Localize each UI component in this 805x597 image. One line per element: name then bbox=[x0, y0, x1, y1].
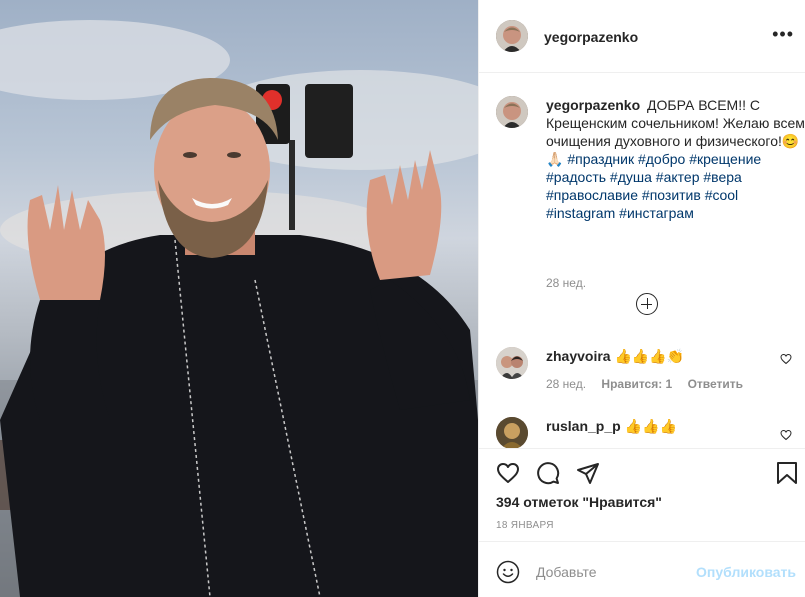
share-direct-icon[interactable] bbox=[576, 461, 600, 485]
post-photo[interactable] bbox=[0, 0, 478, 597]
comment-like-heart-icon[interactable] bbox=[780, 429, 792, 441]
save-bookmark-icon[interactable] bbox=[776, 461, 798, 485]
publish-button[interactable]: Опубликовать bbox=[696, 564, 796, 580]
caption-text: yegorpazenko ДОБРА ВСЕМ!! С Крещенским с… bbox=[546, 96, 805, 222]
comment-text: ruslan_p_p 👍👍👍 bbox=[546, 417, 677, 435]
comment-like-heart-icon[interactable] bbox=[780, 353, 792, 365]
hashtag[interactable]: #крещение bbox=[689, 151, 761, 167]
caption-time[interactable]: 28 нед. bbox=[546, 276, 586, 290]
comment-meta: 28 нед. Нравится: 1 Ответить bbox=[546, 377, 755, 391]
hashtag[interactable]: #позитив bbox=[642, 187, 701, 203]
author-username[interactable]: yegorpazenko bbox=[544, 29, 638, 45]
hashtag[interactable]: #вера bbox=[703, 169, 741, 185]
comment-body: 👍👍👍 bbox=[624, 418, 677, 434]
hashtag[interactable]: #добро bbox=[638, 151, 685, 167]
comment-likes[interactable]: Нравится: 1 bbox=[601, 377, 672, 391]
photo-illustration bbox=[0, 20, 478, 597]
post-actions bbox=[479, 448, 805, 498]
hashtag[interactable]: #актер bbox=[656, 169, 700, 185]
post-header: yegorpazenko ••• bbox=[479, 0, 805, 73]
caption-username[interactable]: yegorpazenko bbox=[546, 97, 640, 113]
hashtag[interactable]: #cool bbox=[705, 187, 738, 203]
add-comment-bar: Добавьте Опубликовать bbox=[479, 541, 805, 597]
like-heart-icon[interactable] bbox=[496, 461, 520, 485]
hashtag[interactable]: #instagram bbox=[546, 205, 615, 221]
comment-time[interactable]: 28 нед. bbox=[546, 377, 586, 391]
comment-bubble-icon[interactable] bbox=[536, 461, 560, 485]
load-more-comments-icon[interactable] bbox=[636, 293, 658, 315]
emoji-smile-icon[interactable] bbox=[496, 560, 520, 584]
hashtag[interactable]: #праздник bbox=[567, 151, 634, 167]
comment-avatar[interactable] bbox=[496, 347, 528, 379]
comment-username[interactable]: ruslan_p_p bbox=[546, 418, 621, 434]
more-horizontal-icon[interactable]: ••• bbox=[772, 25, 794, 43]
hashtag[interactable]: #душа bbox=[610, 169, 652, 185]
add-comment-input[interactable]: Добавьте bbox=[536, 564, 597, 580]
author-avatar[interactable] bbox=[496, 20, 528, 52]
comment-text: zhayvoira 👍👍👍👏 bbox=[546, 347, 684, 365]
post-side-panel: yegorpazenko ••• yegorpazenko ДОБРА ВСЕМ… bbox=[478, 0, 805, 597]
hashtag[interactable]: #инстаграм bbox=[619, 205, 694, 221]
comments-list[interactable]: yegorpazenko ДОБРА ВСЕМ!! С Крещенским с… bbox=[479, 74, 805, 448]
reply-button[interactable]: Ответить bbox=[688, 377, 743, 391]
comment-avatar[interactable] bbox=[496, 417, 528, 448]
caption-avatar[interactable] bbox=[496, 96, 528, 128]
comment-username[interactable]: zhayvoira bbox=[546, 348, 611, 364]
hashtag[interactable]: #радость bbox=[546, 169, 606, 185]
likes-count[interactable]: 394 отметок "Нравится" bbox=[496, 494, 662, 510]
hashtag[interactable]: #православие bbox=[546, 187, 638, 203]
comment-body: 👍👍👍👏 bbox=[614, 348, 685, 364]
post-date[interactable]: 18 ЯНВАРЯ bbox=[496, 520, 554, 531]
